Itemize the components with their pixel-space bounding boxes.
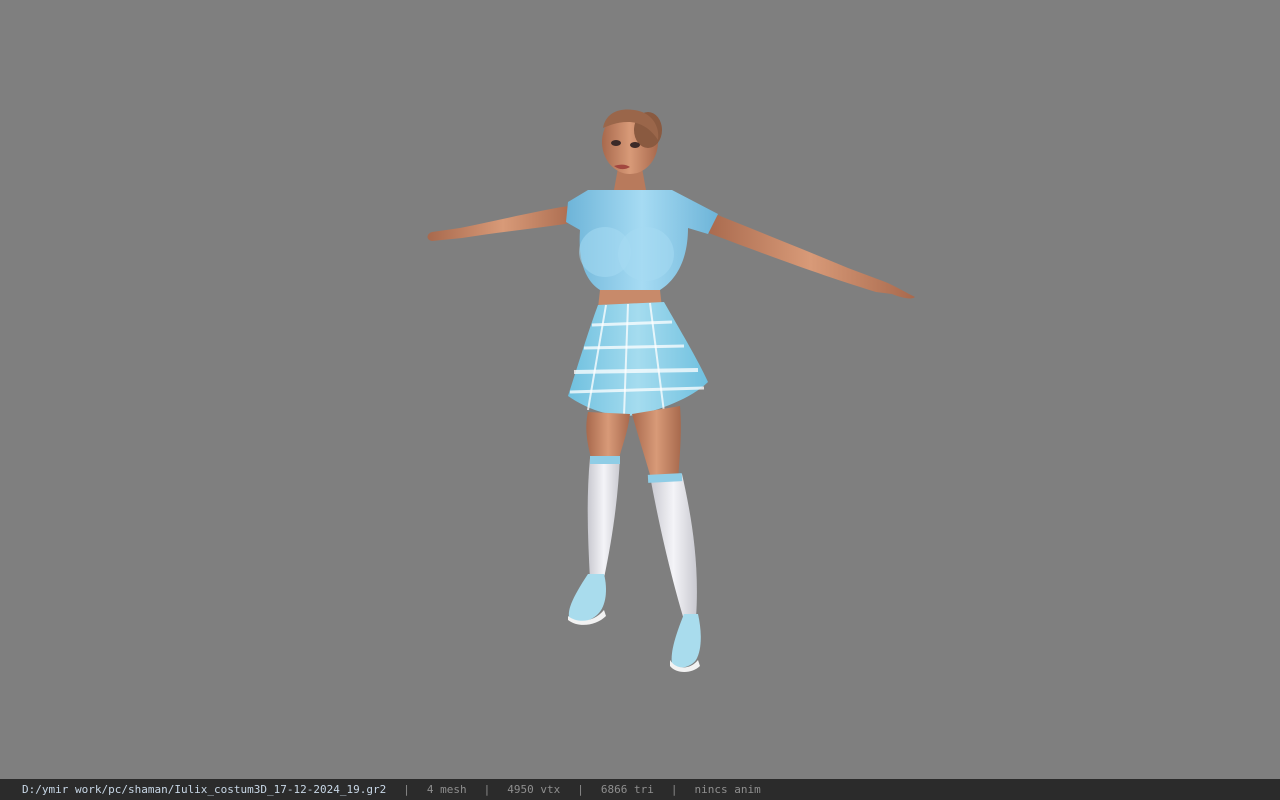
triangle-count-label: 6866 tri	[600, 783, 654, 796]
separator: |	[483, 783, 491, 796]
right-thigh	[632, 406, 681, 482]
chest-right	[618, 227, 674, 281]
left-sock	[587, 456, 620, 580]
mesh-count-label: 4 mesh	[426, 783, 467, 796]
vertex-count-label: 4950 vtx	[507, 783, 561, 796]
right-arm	[705, 210, 915, 299]
left-thigh	[586, 412, 630, 462]
right-sock	[650, 474, 697, 620]
left-eye	[611, 140, 621, 146]
animation-status-label: nincs anim	[694, 783, 761, 796]
left-sock-band	[590, 456, 620, 464]
right-eye	[630, 142, 640, 148]
left-arm	[427, 205, 578, 241]
status-bar: D:/ymir work/pc/shaman/Iulix_costum3D_17…	[0, 779, 1280, 800]
3d-viewport[interactable]	[0, 0, 1280, 779]
separator: |	[670, 783, 678, 796]
right-shoe	[671, 614, 701, 668]
separator: |	[577, 783, 584, 796]
character-model[interactable]	[0, 0, 1280, 779]
separator: |	[403, 783, 410, 796]
file-path-label: D:/ymir work/pc/shaman/Iulix_costum3D_17…	[22, 783, 387, 796]
